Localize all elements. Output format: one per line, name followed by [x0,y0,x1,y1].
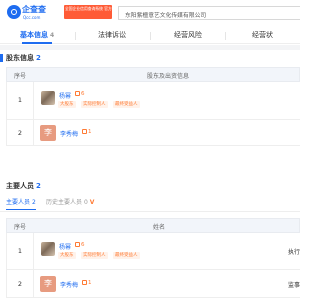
related-companies-badge[interactable]: 1 [82,129,92,135]
subtab-count: 0 [83,199,88,206]
position-text: 监事 [288,282,301,289]
tab-legal[interactable]: 法律诉讼 [98,27,126,44]
tab-count: 4 [50,32,55,39]
logo-text[interactable]: 企查查 [22,5,46,14]
related-companies-badge[interactable]: 1 [82,280,92,286]
related-companies-badge[interactable]: 6 [75,242,85,248]
tag-major-shareholder: 大股东 [58,252,76,259]
column-divider [33,120,34,145]
tab-divider [150,32,151,40]
section-spacer [0,152,300,174]
tab-basic-info[interactable]: 基本信息 4 [20,27,54,44]
personnel-subtabs: 主要人员 2 历史主要人员 0 V [0,196,300,212]
column-index: 序号 [14,73,27,80]
section-spacer [0,45,300,50]
section-count: 2 [36,54,41,62]
row-index: 2 [17,129,23,137]
certification-badge: 全国企业信用查询系统 官方备案企业征信机构 [64,5,112,19]
table-row: 1 杨幂 6 大股东 实际控制人 最终受益人 [6,82,300,120]
tab-divider [75,32,76,40]
tab-label: 经营状 [252,31,273,39]
related-count: 6 [81,242,85,248]
search-value: 东阳紫檀意艺文化传媒有限公司 [125,13,207,19]
subtab-label: 历史主要人员 [46,199,83,206]
main-tabs: 基本信息 4 法律诉讼 经营风险 经营状 [0,27,300,44]
avatar[interactable] [41,91,55,105]
table-row: 2 李 李秀梅 1 [6,120,300,146]
company-icon [82,129,87,134]
subtab-history-personnel[interactable]: 历史主要人员 0 V [46,199,94,207]
logo-domain: Qcc.com [23,15,41,20]
column-divider [33,82,34,119]
position-text: 执行 [288,249,301,256]
row-index: 1 [17,247,23,255]
personnel-table-header: 序号 姓名 [6,218,300,233]
tab-label: 经营风险 [174,31,202,39]
tag-ultimate-beneficiary: 最终受益人 [113,252,140,259]
avatar[interactable]: 李 [40,125,56,141]
qcc-logo-icon[interactable] [7,5,21,19]
tag-ultimate-beneficiary: 最终受益人 [113,101,140,108]
shareholders-table-header: 序号 股东及出资信息 [6,67,300,82]
section-title-text: 股东信息 [6,54,34,62]
table-row: 1 杨幂 6 大股东 实际控制人 最终受益人 执行 [6,233,300,270]
tab-business-status[interactable]: 经营状 [252,27,273,44]
company-icon [82,280,87,285]
person-name-link[interactable]: 李秀梅 [60,129,78,138]
tag-actual-controller: 实际控制人 [81,252,108,259]
column-index: 序号 [14,224,27,231]
tag-major-shareholder: 大股东 [58,101,76,108]
tag-actual-controller: 实际控制人 [81,101,108,108]
tab-label: 法律诉讼 [98,31,126,39]
related-companies-badge[interactable]: 6 [75,91,85,97]
column-divider [33,270,34,297]
person-name-link[interactable]: 杨幂 [59,242,71,251]
column-divider [33,233,34,269]
column-name: 姓名 [153,224,166,231]
search-input[interactable]: 东阳紫檀意艺文化传媒有限公司 [118,6,300,20]
row-index: 1 [17,96,23,104]
person-name-link[interactable]: 李秀梅 [60,280,78,289]
top-header: 企查查 Qcc.com 全国企业信用查询系统 官方备案企业征信机构 东阳紫檀意艺… [0,0,300,26]
subtab-current-personnel[interactable]: 主要人员 2 [6,199,36,210]
shareholders-title: 股东信息 2 [6,54,41,62]
section-title-text: 主要人员 [6,182,34,190]
tab-label: 基本信息 [20,31,48,39]
related-count: 1 [88,129,92,135]
subtab-label: 主要人员 [6,199,31,206]
row-index: 2 [17,280,23,288]
section-count: 2 [36,182,41,190]
personnel-title: 主要人员 2 [6,182,41,190]
subtab-count: 2 [31,199,36,206]
tab-business-risk[interactable]: 经营风险 [174,27,202,44]
tab-divider [225,32,226,40]
company-icon [75,91,80,96]
avatar[interactable] [41,242,55,256]
vip-icon: V [89,199,95,206]
company-icon [75,242,80,247]
person-name-link[interactable]: 杨幂 [59,91,71,100]
avatar[interactable]: 李 [40,276,56,292]
section-marker [0,54,3,62]
table-row: 2 李 李秀梅 1 监事 [6,270,300,298]
related-count: 6 [81,91,85,97]
column-name: 股东及出资信息 [147,73,190,80]
related-count: 1 [88,280,92,286]
